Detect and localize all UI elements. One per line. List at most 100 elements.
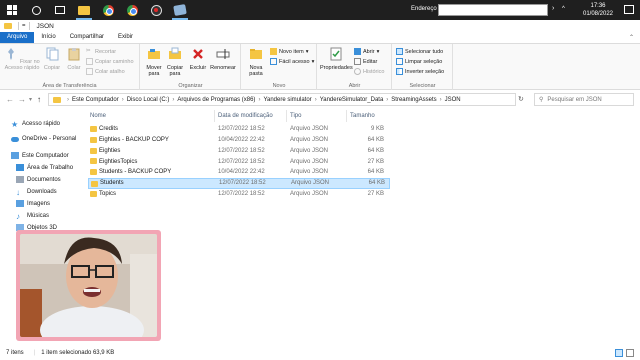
new-folder-button[interactable]: Nova pasta (245, 47, 267, 77)
nav-item-desktop[interactable]: Área de Trabalho (16, 164, 73, 171)
windows-logo-icon (7, 5, 17, 15)
breadcrumb-item[interactable]: StreamingAssets (391, 97, 436, 103)
task-view-button[interactable] (48, 0, 72, 20)
back-arrow-icon[interactable]: ← (6, 95, 14, 104)
ribbon-collapse-icon[interactable]: ⌃ (629, 34, 634, 41)
paste-shortcut-button[interactable]: Colar atalho (86, 68, 125, 75)
window-title: JSON (36, 22, 54, 30)
nav-item-onedrive[interactable]: OneDrive - Personal (11, 136, 76, 142)
recent-locations-icon[interactable]: ▾ (29, 96, 32, 103)
taskbar-address-input[interactable] (438, 4, 548, 16)
chevron-right-icon[interactable]: › (552, 5, 554, 12)
easy-access-button[interactable]: Fácil acesso ▾ (270, 58, 314, 65)
column-divider[interactable] (346, 110, 347, 122)
file-name: Eighties - BACKUP COPY (99, 137, 169, 144)
cut-button[interactable]: ✂ Recortar (86, 48, 116, 55)
file-row[interactable]: EightiesTopics 12/07/2022 18:52 Arquivo JS… (88, 156, 390, 167)
file-date: 12/07/2022 18:52 (218, 191, 265, 198)
pin-quick-access-button[interactable]: Fixar no Acesso rápido (4, 47, 40, 71)
open-button[interactable]: Abrir ▾ (354, 48, 379, 55)
search-icon: ⚲ (539, 97, 544, 103)
copy-button[interactable]: Copiar (42, 47, 62, 71)
tab-arquivo[interactable]: Arquivo (0, 32, 35, 43)
file-row[interactable]: Topics 12/07/2022 18:52 Arquivo JSON 27 KB (88, 189, 390, 200)
copy-path-icon (86, 58, 93, 65)
column-divider[interactable] (286, 110, 287, 122)
file-row[interactable]: Credits 12/07/2022 18:52 Arquivo JSON 9 KB (88, 124, 390, 135)
nav-item-this-pc[interactable]: Este Computador (11, 152, 69, 159)
tab-inicio[interactable]: Início (34, 32, 62, 43)
nav-item-downloads[interactable]: ↓ Downloads (16, 188, 57, 197)
file-row[interactable]: Eighties - BACKUP COPY 10/04/2022 22:42 Ar… (88, 135, 390, 146)
up-arrow-icon[interactable]: ↑ (37, 95, 41, 104)
column-header-name[interactable]: Nome (90, 113, 106, 119)
tab-compartilhar[interactable]: Compartilhar (63, 32, 111, 43)
file-row[interactable]: Students - BACKUP COPY 10/04/2022 22:42 Ar… (88, 167, 390, 178)
cut-label: Recortar (95, 48, 117, 55)
copy-to-button[interactable]: Copiar para (165, 47, 185, 77)
copy-label: Copiar (43, 65, 61, 71)
nav-item-documents[interactable]: Documentos (16, 176, 61, 183)
select-all-button[interactable]: Selecionar tudo (396, 48, 443, 55)
file-row-selected[interactable]: Students 12/07/2022 18:52 Arquivo JSON 64 K… (88, 178, 390, 189)
column-divider[interactable] (214, 110, 215, 122)
open-icon (354, 48, 361, 55)
invert-selection-icon (396, 68, 403, 75)
column-header-size[interactable]: Tamanho (350, 113, 375, 119)
copy-path-button[interactable]: Copiar caminho (86, 58, 134, 65)
pictures-icon (16, 200, 24, 207)
chevron-right-icon: › (172, 96, 175, 103)
notification-icon[interactable] (624, 5, 634, 14)
chevron-right-icon: › (258, 96, 261, 103)
quick-access-dropdown[interactable]: = (22, 23, 26, 29)
file-name: Students - BACKUP COPY (99, 169, 172, 176)
nav-item-music[interactable]: ♪ Músicas (16, 212, 49, 221)
breadcrumb-item[interactable]: Yandere simulator (263, 97, 311, 103)
column-header-type[interactable]: Tipo (290, 113, 301, 119)
open-label: Abrir (363, 48, 375, 55)
breadcrumb-item[interactable]: Disco Local (C:) (127, 97, 170, 103)
taskbar-chrome-2[interactable] (120, 0, 144, 20)
search-input[interactable]: ⚲ Pesquisar em JSON (534, 93, 634, 106)
star-icon: ★ (11, 120, 19, 129)
forward-arrow-icon[interactable]: → (18, 95, 26, 104)
taskbar-app[interactable] (168, 0, 192, 20)
details-view-icon[interactable] (615, 349, 623, 357)
breadcrumb-item[interactable]: YandereSimulator_Data (320, 97, 384, 103)
search-button[interactable] (24, 0, 48, 20)
paste-button[interactable]: Colar (64, 47, 84, 71)
delete-button[interactable]: Excluir (189, 47, 207, 71)
rename-label: Renomear (210, 65, 236, 71)
taskbar-obs[interactable] (144, 0, 168, 20)
taskbar-chrome[interactable] (96, 0, 120, 20)
path-input[interactable]: › Este Computador › Disco Local (C:) › A… (48, 93, 516, 106)
address-bar: ← → ▾ ↑ › Este Computador › Disco Local … (0, 91, 640, 108)
breadcrumb-item-current[interactable]: JSON (445, 97, 461, 103)
tab-exibir[interactable]: Exibir (111, 32, 140, 43)
move-to-button[interactable]: Mover para (144, 47, 164, 77)
new-item-button[interactable]: Novo item ▾ (270, 48, 309, 55)
properties-button[interactable]: Propriedades (320, 47, 353, 71)
select-none-button[interactable]: Limpar seleção (396, 58, 442, 65)
file-date: 12/07/2022 18:52 (218, 158, 265, 165)
rename-button[interactable]: Renomear (209, 47, 237, 71)
taskbar: Endereço › ^ 17:36 01/08/2022 (0, 0, 640, 20)
column-header-date[interactable]: Data de modificação (218, 113, 273, 119)
file-row[interactable]: Eighties 12/07/2022 18:52 Arquivo JSON 64 K… (88, 146, 390, 157)
edit-button[interactable]: Editar (354, 58, 377, 65)
clock[interactable]: 17:36 01/08/2022 (578, 2, 618, 18)
quick-access-separator (18, 22, 19, 30)
large-icons-view-icon[interactable] (626, 349, 634, 357)
history-button[interactable]: Histórico (354, 68, 384, 75)
taskbar-file-explorer[interactable] (72, 0, 96, 20)
refresh-icon[interactable]: ↻ (518, 95, 524, 103)
cortana-icon (31, 5, 41, 15)
tray-expand-icon[interactable]: ^ (562, 6, 565, 12)
invert-selection-button[interactable]: Inverter seleção (396, 68, 444, 75)
start-button[interactable] (0, 0, 24, 20)
nav-item-quick-access[interactable]: ★ Acesso rápido (11, 120, 60, 129)
chevron-right-icon: › (314, 96, 317, 103)
nav-item-pictures[interactable]: Imagens (16, 200, 50, 207)
breadcrumb-item[interactable]: Este Computador (72, 97, 119, 103)
breadcrumb-item[interactable]: Arquivos de Programas (x86) (177, 97, 255, 103)
